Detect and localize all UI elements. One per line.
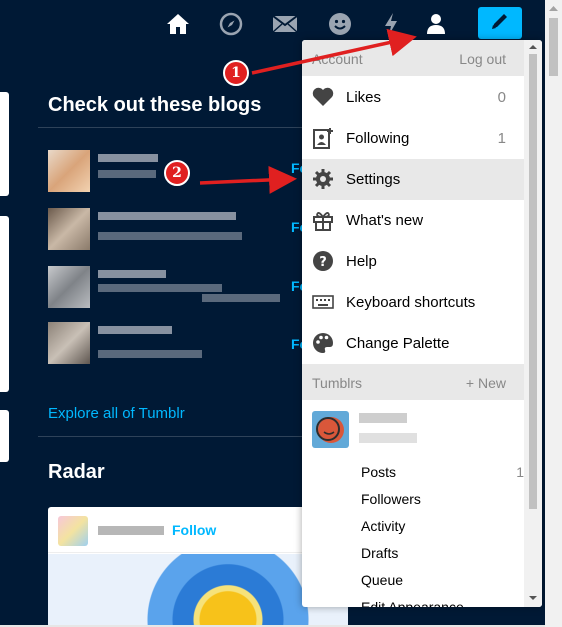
page-scrollbar[interactable] (545, 0, 562, 627)
annotation-badge-1: 1 (223, 60, 249, 86)
annotation-arrows (199, 28, 417, 194)
arrow-2 (199, 165, 297, 194)
annotation-badge-2: 2 (164, 160, 190, 186)
page-scroll-thumb[interactable] (549, 18, 558, 76)
arrow-1 (251, 28, 417, 75)
page-scroll-up-icon[interactable] (545, 3, 562, 15)
